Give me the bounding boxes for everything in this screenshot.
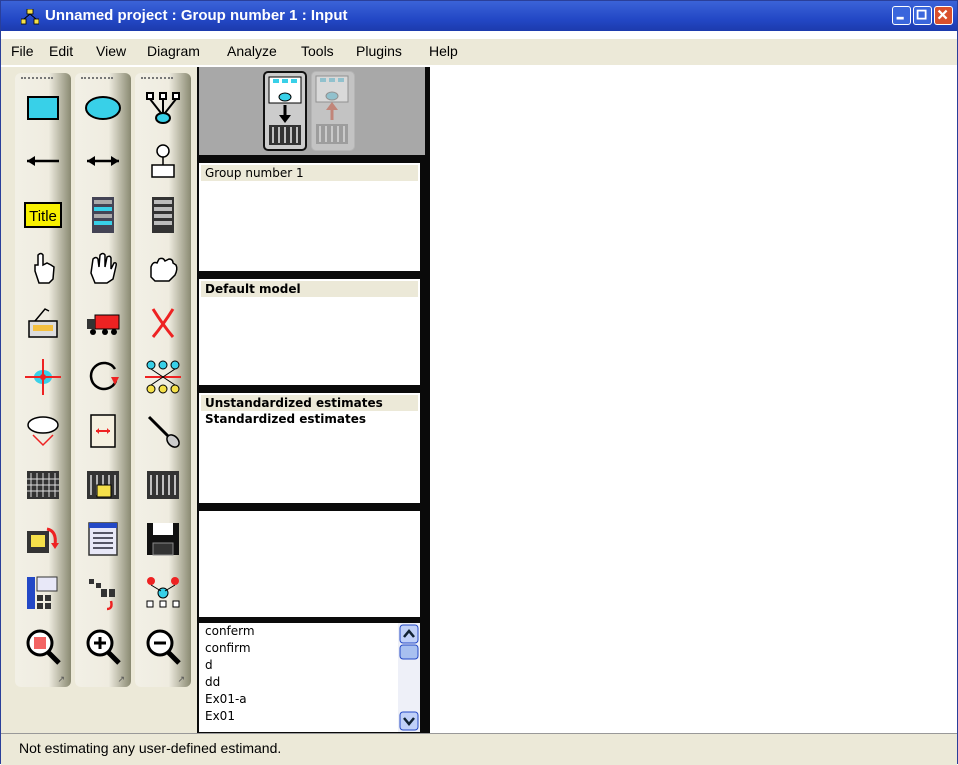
menu-help[interactable]: Help: [429, 43, 458, 59]
reflect-icon[interactable]: [141, 355, 185, 399]
view-output-button[interactable]: [311, 71, 355, 151]
standardized-estimates-item[interactable]: Standardized estimates: [199, 411, 420, 427]
view-output-icon: [315, 75, 349, 144]
double-arrow-icon[interactable]: [81, 139, 125, 183]
view-toggle-bar: [199, 67, 425, 155]
maximize-button[interactable]: [913, 6, 932, 25]
touch-up-icon[interactable]: [141, 409, 185, 453]
panel-divider[interactable]: [425, 67, 430, 733]
unique-variable-icon[interactable]: [141, 139, 185, 183]
main-window: Unnamed project : Group number 1 : Input…: [0, 0, 958, 765]
list-item[interactable]: Ex01: [199, 708, 420, 725]
copy-diagram-icon[interactable]: [21, 517, 65, 561]
deselect-hand-icon[interactable]: [141, 247, 185, 291]
title-bar: Unnamed project : Group number 1 : Input: [1, 1, 957, 31]
status-bar: Not estimating any user-defined estimand…: [1, 733, 957, 765]
menu-diagram[interactable]: Diagram: [147, 43, 200, 59]
menu-plugins[interactable]: Plugins: [356, 43, 402, 59]
menu-file[interactable]: File: [11, 43, 34, 59]
app-icon: [21, 9, 39, 25]
zoom-select-icon[interactable]: [21, 625, 65, 669]
copy-icon[interactable]: [21, 301, 65, 345]
menu-tools[interactable]: Tools: [301, 43, 334, 59]
select-one-hand-icon[interactable]: [21, 247, 65, 291]
calculate-estimates-icon[interactable]: [141, 463, 185, 507]
file-list-scrollbar[interactable]: [398, 623, 420, 732]
zoom-in-icon[interactable]: [81, 625, 125, 669]
move-truck-icon[interactable]: [81, 301, 125, 345]
minimize-button[interactable]: [892, 6, 911, 25]
close-button[interactable]: [934, 6, 953, 25]
title-icon[interactable]: Title: [21, 193, 65, 237]
menu-edit[interactable]: Edit: [49, 43, 73, 59]
object-properties-icon[interactable]: [21, 571, 65, 615]
list-item[interactable]: d: [199, 657, 420, 674]
list-item[interactable]: Ex01-a: [199, 691, 420, 708]
ellipse-icon[interactable]: [81, 85, 125, 129]
erase-icon[interactable]: [141, 301, 185, 345]
groups-panel: Group number 1: [199, 163, 420, 271]
menu-bar: File Edit View Diagram Analyze Tools Plu…: [1, 39, 957, 65]
rotate-icon[interactable]: [81, 355, 125, 399]
analysis-properties-icon[interactable]: [81, 463, 125, 507]
indicator-icon[interactable]: [141, 85, 185, 129]
status-text: Not estimating any user-defined estimand…: [19, 740, 282, 756]
view-input-button[interactable]: [263, 71, 307, 151]
list-variables-dataset-icon[interactable]: [141, 193, 185, 237]
move-parameter-icon[interactable]: [21, 355, 65, 399]
list-item[interactable]: dd: [199, 674, 420, 691]
view-input-icon: [268, 76, 302, 145]
estimates-panel: Unstandardized estimates Standardized es…: [199, 393, 420, 503]
menu-view[interactable]: View: [96, 43, 126, 59]
save-icon[interactable]: [141, 517, 185, 561]
menu-analyze[interactable]: Analyze: [227, 43, 277, 59]
unstandardized-estimates-item[interactable]: Unstandardized estimates: [201, 395, 418, 411]
group-item[interactable]: Group number 1: [201, 165, 418, 181]
window-title: Unnamed project : Group number 1 : Input: [45, 7, 348, 24]
rectangle-icon[interactable]: [21, 85, 65, 129]
list-item[interactable]: confirm: [199, 640, 420, 657]
file-list: conferm confirm d dd Ex01-a Ex01: [199, 623, 420, 732]
model-item[interactable]: Default model: [201, 281, 418, 297]
select-all-hand-icon[interactable]: [81, 247, 125, 291]
list-item[interactable]: conferm: [199, 623, 420, 640]
models-panel: Default model: [199, 279, 420, 385]
toolbox: ↗ ↗ ↗ Title: [1, 67, 197, 733]
list-variables-model-icon[interactable]: [81, 193, 125, 237]
scroll-icon[interactable]: [81, 409, 125, 453]
data-files-icon[interactable]: [21, 463, 65, 507]
text-output-icon[interactable]: [81, 517, 125, 561]
arrow-left-icon[interactable]: [21, 139, 65, 183]
zoom-out-icon[interactable]: [141, 625, 185, 669]
empty-panel: [199, 511, 420, 617]
preserve-symmetries-icon[interactable]: [141, 571, 185, 615]
shape-change-icon[interactable]: [21, 409, 65, 453]
svg-text:Title: Title: [29, 208, 57, 225]
diagram-canvas[interactable]: [431, 67, 957, 733]
drag-properties-icon[interactable]: [81, 571, 125, 615]
